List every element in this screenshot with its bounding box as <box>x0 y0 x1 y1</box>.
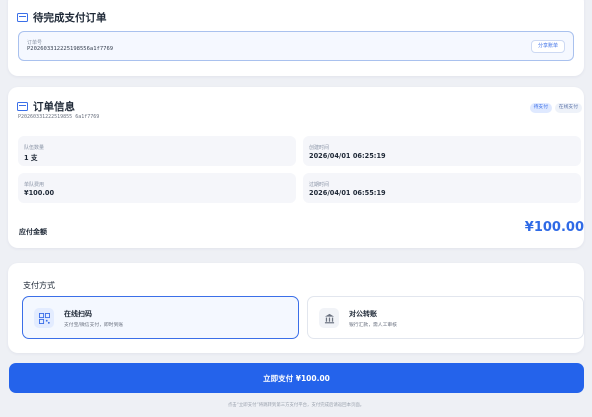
field-team-count: 队伍数量 1 支 <box>18 136 296 166</box>
order-number-label: 订单号 <box>27 40 43 46</box>
pending-order-heading: 待完成支付订单 <box>17 10 107 25</box>
total-amount-value: ¥100.00 <box>524 220 584 235</box>
field-label: 单队费用 <box>24 182 45 188</box>
field-label: 过期时间 <box>309 182 330 188</box>
order-info-heading: 订单信息 <box>17 99 75 114</box>
field-created-time: 创建时间 2026/04/01 06:25:19 <box>303 136 581 166</box>
payment-method-card: 支付方式 在线扫码 支付宝/微信支付，即时到账 对公转账 银行汇款，需人工审核 <box>8 263 584 353</box>
card-icon <box>17 102 28 111</box>
order-info-number: P20260331222519855 6a1f7769 <box>18 114 100 120</box>
total-amount-label: 应付金额 <box>19 228 47 236</box>
order-info-card: 订单信息 P20260331222519855 6a1f7769 待支付 在线支… <box>8 87 584 248</box>
status-badge-pending: 待支付 <box>529 103 552 113</box>
payment-option-online-scan[interactable]: 在线扫码 支付宝/微信支付，即时到账 <box>22 296 299 339</box>
order-number-value: P202603312225198556a1f7769 <box>27 46 114 52</box>
field-label: 队伍数量 <box>24 145 45 151</box>
card-icon <box>17 13 28 22</box>
payment-method-title: 支付方式 <box>23 281 55 290</box>
field-value: 2026/04/01 06:55:19 <box>309 189 386 197</box>
payment-option-desc: 支付宝/微信支付，即时到账 <box>64 323 124 328</box>
field-value: 1 支 <box>24 154 38 162</box>
status-badge-online: 在线支付 <box>554 103 582 113</box>
pending-order-card: 待完成支付订单 订单号 P202603312225198556a1f7769 分… <box>8 0 584 76</box>
order-number-box: 订单号 P202603312225198556a1f7769 分享账单 <box>18 31 574 61</box>
pending-order-title: 待完成支付订单 <box>33 12 107 24</box>
qr-code-icon <box>34 308 54 328</box>
field-value: 2026/04/01 06:25:19 <box>309 152 386 160</box>
field-expire-time: 过期时间 2026/04/01 06:55:19 <box>303 173 581 203</box>
share-bill-button[interactable]: 分享账单 <box>530 40 565 53</box>
bank-icon <box>319 308 339 328</box>
payment-option-name: 对公转账 <box>349 310 377 318</box>
payment-option-name: 在线扫码 <box>64 310 92 318</box>
payment-option-desc: 银行汇款，需人工审核 <box>349 323 397 328</box>
payment-footnote: 点击“立即支付”将跳转到第三方支付平台，支付完成后请返回本页面。 <box>227 403 365 408</box>
field-label: 创建时间 <box>309 145 330 151</box>
order-info-title: 订单信息 <box>33 101 75 113</box>
field-unit-fee: 单队费用 ¥100.00 <box>18 173 296 203</box>
pay-now-button[interactable]: 立即支付 ¥100.00 <box>9 363 584 393</box>
field-value: ¥100.00 <box>24 189 55 197</box>
payment-option-bank-transfer[interactable]: 对公转账 银行汇款，需人工审核 <box>307 296 584 339</box>
